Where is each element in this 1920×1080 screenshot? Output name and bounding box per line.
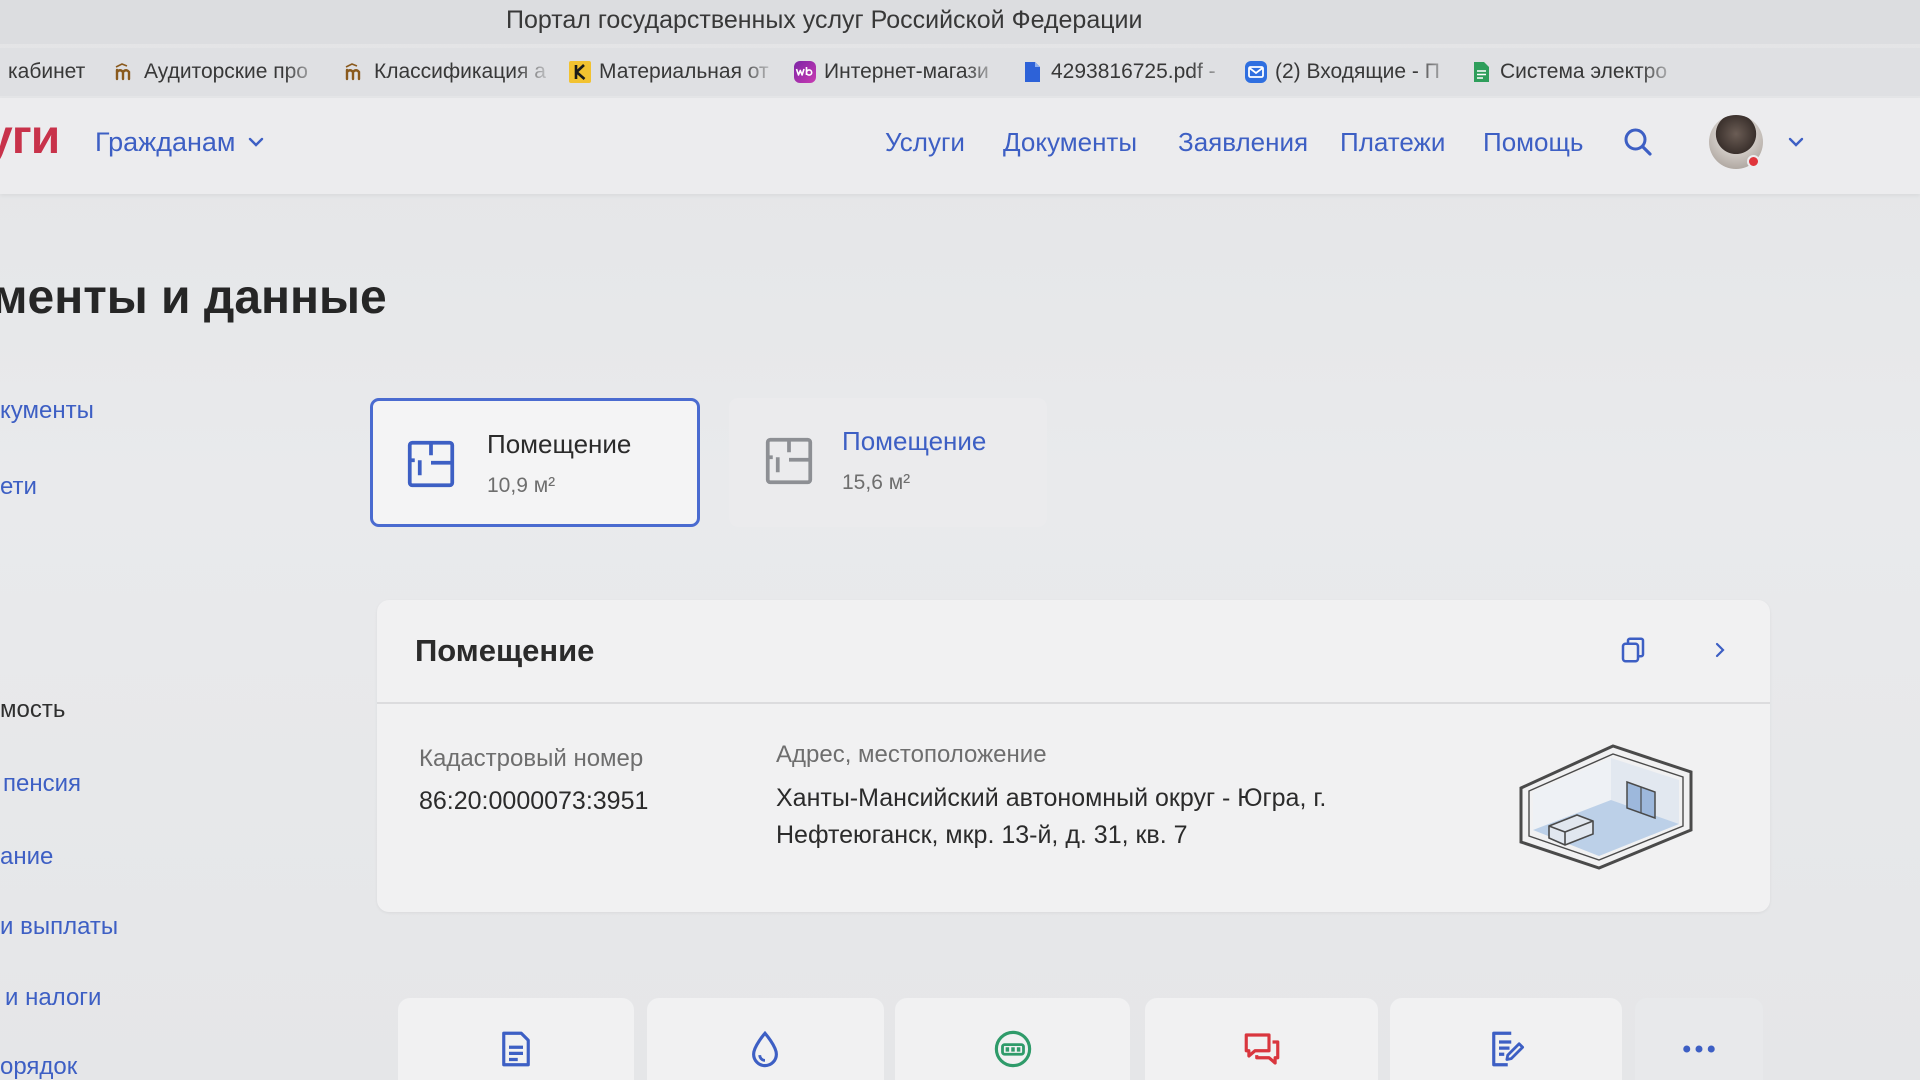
address-value: Ханты-Мансийский автономный округ - Югра… (776, 784, 1327, 849)
bookmark-item[interactable]: Интернет-магази (793, 48, 1015, 96)
cadastral-number-value: 86:20:0000073:3951 (419, 787, 649, 815)
bookmark-label: Аудиторские про (144, 60, 308, 83)
notification-dot (1747, 155, 1760, 168)
page-title: менты и данные (0, 271, 387, 324)
copy-icon[interactable] (1618, 635, 1648, 665)
bookmark-label: Классификация а (374, 60, 546, 83)
gas-meter-icon (994, 1030, 1032, 1068)
sidebar-item-taxes[interactable]: и налоги (5, 986, 101, 1010)
sidebar-item-education[interactable]: ание (0, 845, 53, 869)
quick-action-more[interactable] (1635, 998, 1763, 1080)
wb-logo-icon (794, 61, 816, 83)
sidebar-item-benefits[interactable]: и выплаты (0, 915, 118, 939)
quick-action-gas-meter[interactable] (895, 998, 1130, 1080)
nav-applications[interactable]: Заявления (1178, 127, 1308, 157)
browser-title-bar: Портал государственных услуг Российской … (0, 0, 1920, 44)
bookmark-item[interactable]: Система электро (1469, 48, 1691, 96)
bookmark-item[interactable]: Классификация а (343, 48, 565, 96)
k-logo-icon (569, 61, 591, 83)
chevron-right-icon[interactable] (1710, 640, 1730, 660)
audience-menu[interactable]: Гражданам (95, 127, 265, 157)
sidebar-item-property[interactable]: мость (0, 698, 65, 722)
audience-menu-label: Гражданам (95, 127, 236, 157)
bookmark-label: Система электро (1500, 60, 1667, 83)
pdf-file-icon (1025, 62, 1040, 82)
m-logo-icon (345, 63, 361, 81)
nav-services[interactable]: Услуги (885, 127, 965, 157)
chevron-down-icon (249, 137, 264, 147)
water-drop-icon (752, 1030, 778, 1068)
form-edit-icon (1492, 1031, 1525, 1067)
nav-payments[interactable]: Платежи (1340, 127, 1445, 157)
property-title: Помещение (487, 429, 632, 459)
avatar[interactable] (1709, 115, 1763, 169)
property-area: 10,9 м² (487, 474, 556, 497)
chat-icon (1244, 1033, 1280, 1065)
property-card[interactable]: Помещение 15,6 м² (729, 398, 1047, 527)
mail-icon (1245, 61, 1267, 83)
nav-help[interactable]: Помощь (1483, 127, 1583, 157)
bookmark-item[interactable]: (2) Входящие - П (1244, 48, 1466, 96)
more-icon (1683, 1045, 1715, 1053)
m-logo-icon (115, 63, 131, 81)
divider (377, 702, 1770, 704)
document-icon (502, 1031, 530, 1067)
bookmark-label: Материальная от (599, 60, 769, 83)
nav-documents[interactable]: Документы (1003, 127, 1137, 157)
chevron-down-icon[interactable] (1787, 133, 1805, 151)
address-label: Адрес, местоположение (776, 741, 1047, 768)
property-title: Помещение (842, 426, 987, 456)
sidebar-item-order[interactable]: орядок (0, 1055, 77, 1079)
bookmark-item[interactable]: Материальная от (568, 48, 790, 96)
search-icon[interactable] (1622, 126, 1654, 158)
floor-plan-icon (407, 440, 455, 488)
room-illustration (1519, 744, 1693, 870)
property-card-selected[interactable]: Помещение 10,9 м² (370, 398, 700, 527)
quick-action-documents[interactable] (398, 998, 634, 1080)
property-detail-panel: Помещение Кадастровый номер 86:20:000007… (377, 600, 1770, 912)
bookmark-label: (2) Входящие - П (1275, 60, 1440, 83)
detail-title: Помещение (415, 633, 595, 668)
sidebar-item-documents[interactable]: кументы (0, 399, 94, 423)
property-area: 15,6 м² (842, 471, 911, 494)
quick-action-water[interactable] (647, 998, 884, 1080)
cadastral-number-label: Кадастровый номер (419, 745, 644, 772)
quick-action-forms[interactable] (1390, 998, 1622, 1080)
sidebar-item-pension[interactable]: пенсия (3, 772, 81, 796)
bookmarks-bar: кабинет Аудиторские про Классификация а … (0, 48, 1920, 96)
sidebar-item-children[interactable]: ети (0, 475, 37, 499)
bookmark-item[interactable]: 4293816725.pdf - (1020, 48, 1242, 96)
green-doc-icon (1474, 62, 1489, 82)
window-title: Портал государственных услуг Российской … (506, 6, 1143, 34)
quick-action-chat[interactable] (1145, 998, 1378, 1080)
gosuslugi-logo[interactable]: уги (0, 110, 60, 166)
bookmark-label: Интернет-магази (824, 60, 989, 83)
bookmark-label: 4293816725.pdf - (1051, 60, 1216, 83)
bookmark-item[interactable]: Аудиторские про (113, 48, 335, 96)
site-header: уги Гражданам Услуги Документы Заявления… (0, 98, 1920, 194)
floor-plan-icon (765, 437, 813, 485)
